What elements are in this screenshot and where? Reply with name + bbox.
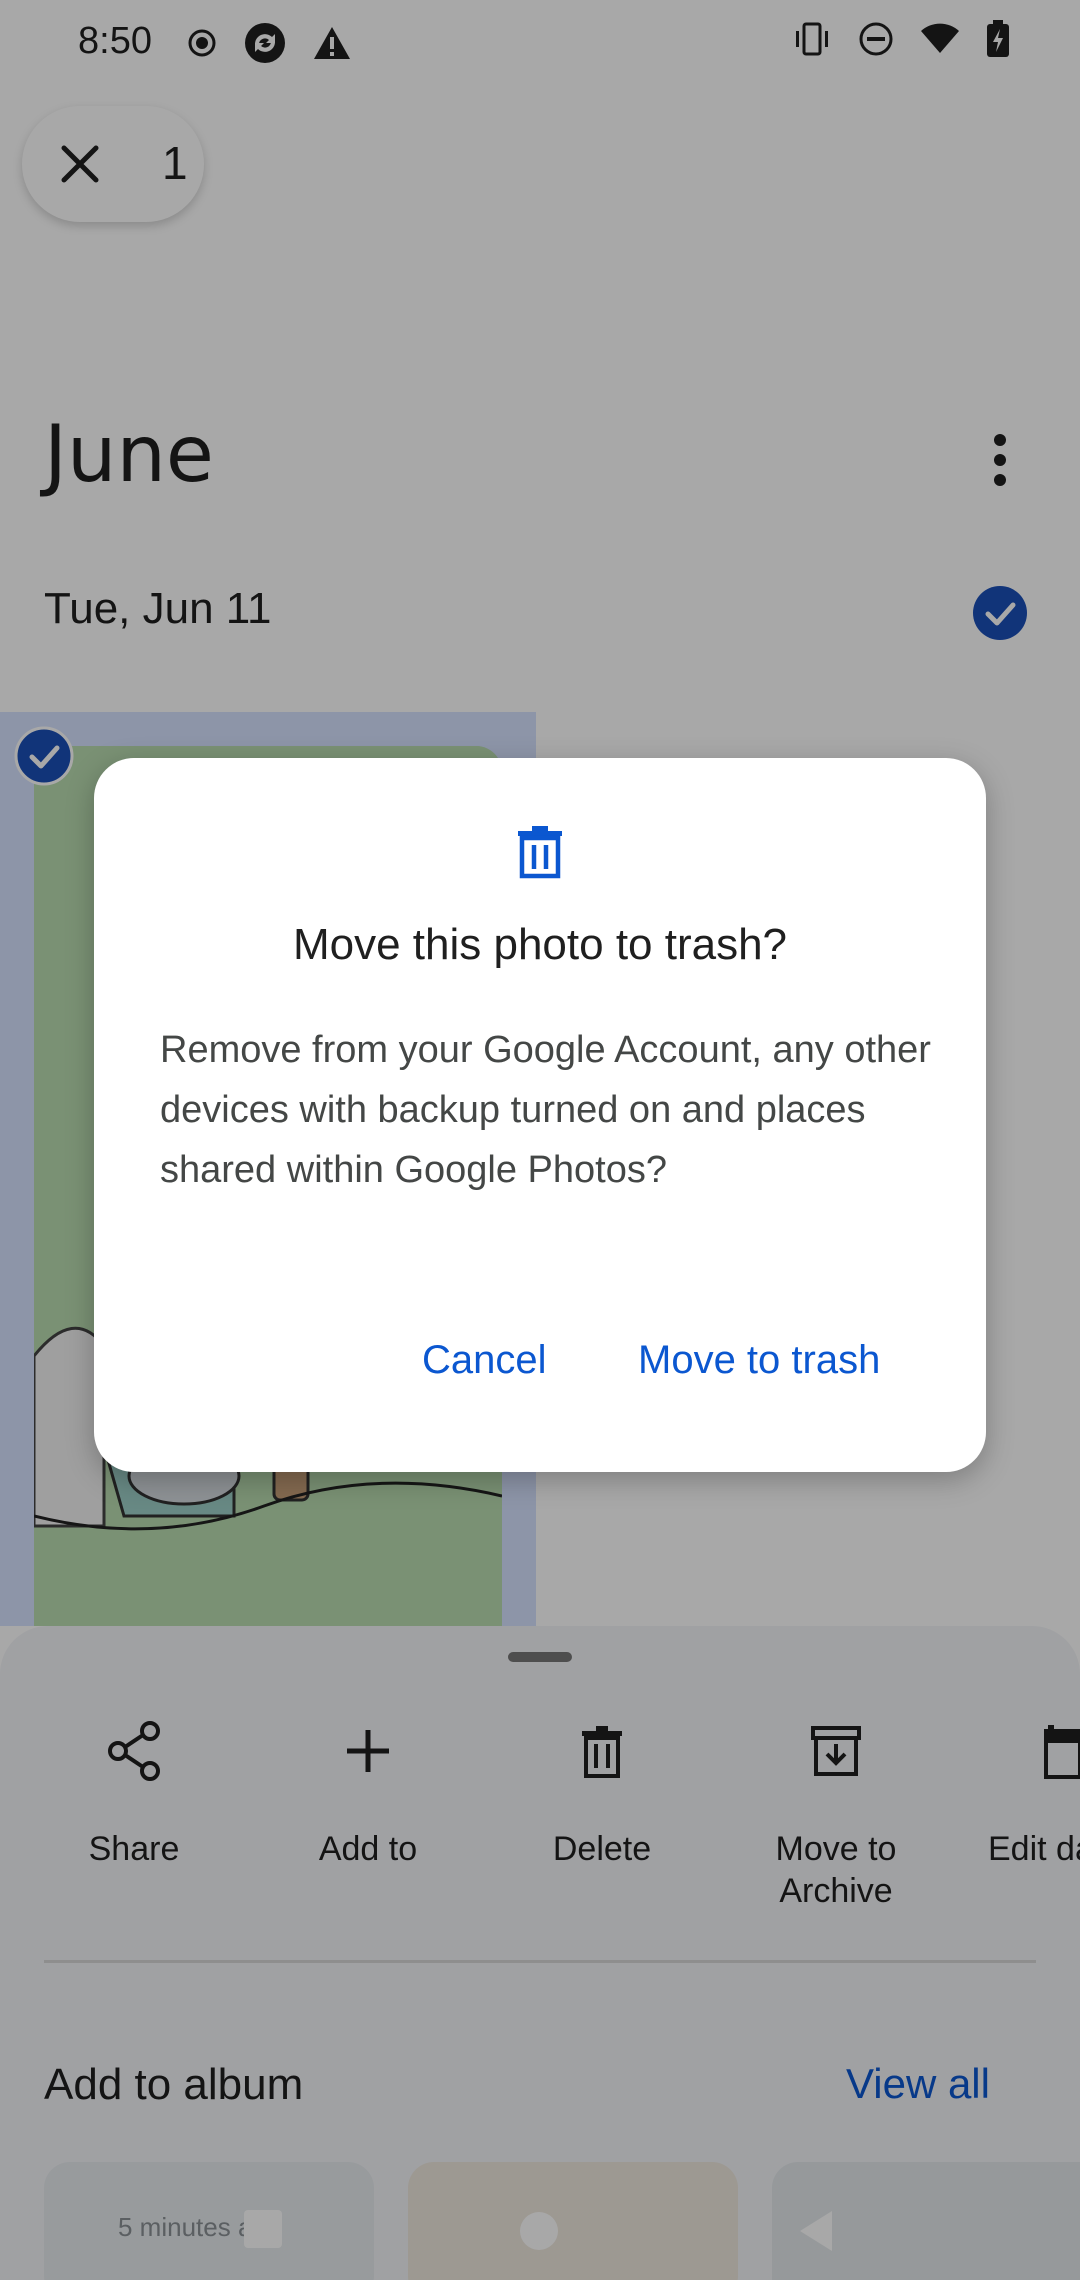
- trash-confirm-dialog: Move this photo to trash? Remove from yo…: [94, 758, 986, 1472]
- cancel-button[interactable]: Cancel: [422, 1338, 547, 1383]
- dialog-title: Move this photo to trash?: [292, 920, 788, 969]
- trash-icon: [514, 824, 566, 885]
- move-to-trash-button[interactable]: Move to trash: [638, 1338, 880, 1383]
- dialog-body: Remove from your Google Account, any oth…: [160, 1029, 931, 1191]
